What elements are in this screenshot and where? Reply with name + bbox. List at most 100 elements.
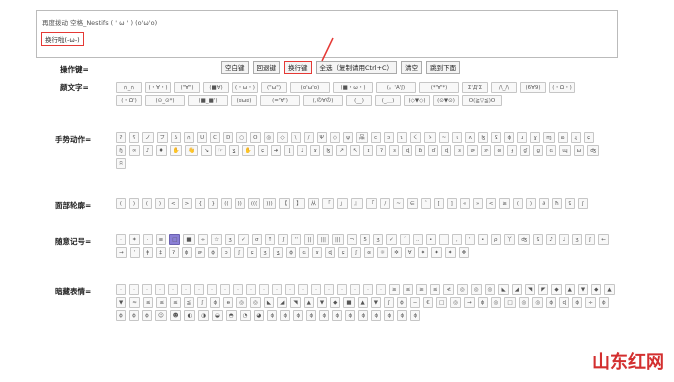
suiyi-key[interactable]: •: [477, 234, 488, 245]
mianbu-key[interactable]: ʢ: [564, 198, 575, 209]
shoushi-key[interactable]: 品: [356, 132, 368, 143]
shoushi-key[interactable]: ɧ: [116, 145, 126, 156]
shoushi-key[interactable]: ɕ: [583, 132, 594, 143]
jianyi-key[interactable]: ◥: [524, 284, 536, 295]
jianyi-key[interactable]: ▼: [316, 297, 328, 308]
jianyi-key[interactable]: ≥: [389, 284, 400, 295]
mianbu-key[interactable]: 』: [351, 198, 363, 209]
suiyi-key[interactable]: ·: [142, 234, 153, 245]
shoushi-key[interactable]: ~: [438, 132, 450, 143]
jianyi-key[interactable]: ɸ: [371, 310, 382, 321]
jianyi-key[interactable]: ·: [207, 284, 217, 295]
mianbu-key[interactable]: }: [208, 198, 219, 209]
jianyi-key[interactable]: ≦: [183, 297, 195, 308]
shoushi-key[interactable]: ◇: [277, 132, 288, 143]
jianyi-key[interactable]: ■: [343, 297, 355, 308]
yanwenzi-key[interactable]: ("ω"): [261, 82, 287, 93]
jianyi-key[interactable]: ·: [337, 284, 347, 295]
yanwenzi-key[interactable]: ("∀"): [174, 82, 200, 93]
yanwenzi-key[interactable]: (_＿): [375, 95, 401, 106]
shoushi-key[interactable]: ɗ: [428, 145, 439, 156]
suiyi-key[interactable]: ɔ: [221, 247, 232, 258]
shoushi-key[interactable]: ʖ: [171, 132, 182, 143]
jianyi-key[interactable]: ≤: [429, 284, 441, 295]
yanwenzi-key[interactable]: (='∀'): [260, 95, 300, 106]
shoushi-key[interactable]: ↗: [336, 145, 347, 156]
mianbu-key[interactable]: 】: [293, 198, 305, 209]
jianyi-key[interactable]: ·: [155, 284, 165, 295]
suiyi-key[interactable]: ∀: [404, 247, 415, 258]
suiyi-key[interactable]: ❖: [458, 247, 470, 258]
mianbu-key[interactable]: ∈: [406, 198, 418, 209]
shoushi-key[interactable]: ɮ: [323, 145, 334, 156]
shoushi-key[interactable]: ◇: [329, 132, 341, 143]
shoushi-key[interactable]: ɪ: [363, 145, 374, 156]
jianyi-key[interactable]: ɸ: [332, 310, 343, 321]
shoushi-key[interactable]: ○: [236, 132, 248, 143]
mianbu-key[interactable]: «: [459, 198, 470, 209]
jianyi-key[interactable]: ◕: [253, 310, 265, 321]
jianyi-key[interactable]: ·: [181, 284, 191, 295]
shoushi-key[interactable]: ω: [573, 145, 585, 156]
mianbu-key[interactable]: 从: [307, 198, 320, 209]
jianyi-key[interactable]: ▼: [370, 297, 381, 308]
shoushi-key[interactable]: ɢ: [546, 145, 557, 156]
yanwenzi-key[interactable]: (◇▼◇): [404, 95, 430, 106]
shoushi-key[interactable]: /: [303, 132, 314, 143]
shoushi-key[interactable]: ɻ: [570, 132, 581, 143]
mianbu-key[interactable]: {: [195, 198, 206, 209]
jianyi-key[interactable]: ʃ: [197, 297, 208, 308]
suiyi-key[interactable]: ʃ: [351, 247, 362, 258]
jianyi-key[interactable]: ɸ: [116, 310, 126, 321]
jianyi-key[interactable]: ☺: [155, 310, 167, 321]
shoushi-key[interactable]: ʕ: [129, 132, 139, 143]
suiyi-key[interactable]: ɕ: [247, 247, 258, 258]
shoushi-key[interactable]: ɣ: [530, 132, 541, 143]
shoushi-key[interactable]: ɖ: [441, 145, 452, 156]
suiyi-key[interactable]: □: [169, 234, 181, 245]
shoushi-key[interactable]: ɕ: [257, 145, 268, 156]
yanwenzi-key[interactable]: ∩_∩: [116, 82, 142, 93]
shoushi-key[interactable]: ɔ: [383, 132, 394, 143]
shoushi-key[interactable]: ɷ: [557, 132, 568, 143]
suiyi-key[interactable]: ■: [183, 234, 195, 245]
suiyi-key[interactable]: ɢ: [299, 247, 310, 258]
suiyi-key[interactable]: ɞ: [364, 247, 375, 258]
suiyi-key[interactable]: ʔ: [168, 247, 179, 258]
jianyi-key[interactable]: ɸ: [267, 310, 278, 321]
jianyi-key[interactable]: ɸ: [477, 297, 488, 308]
suiyi-key[interactable]: ✦: [431, 247, 442, 258]
jianyi-key[interactable]: ɸ: [598, 297, 609, 308]
jianyi-key[interactable]: ◎: [532, 297, 544, 308]
mianbu-key[interactable]: ˆ: [420, 198, 431, 209]
mianbu-key[interactable]: ~: [393, 198, 404, 209]
mianbu-key[interactable]: <: [485, 198, 497, 209]
suiyi-key[interactable]: ≡: [155, 234, 167, 245]
shoushi-key[interactable]: ☞: [214, 145, 226, 156]
yanwenzi-key[interactable]: (6∀9): [520, 82, 546, 93]
suiyi-key[interactable]: ♪: [546, 234, 557, 245]
suiyi-key[interactable]: ɸ: [181, 247, 192, 258]
suiyi-key[interactable]: 丫: [503, 234, 516, 245]
suiyi-key[interactable]: ʃ: [585, 234, 596, 245]
mianbu-key[interactable]: ): [155, 198, 165, 209]
shoushi-key[interactable]: ∞: [129, 145, 140, 156]
suiyi-key[interactable]: ɕ: [338, 247, 349, 258]
jianyi-key[interactable]: ◣: [498, 284, 509, 295]
mianbu-key[interactable]: ((: [221, 198, 232, 209]
jianyi-key[interactable]: ◆: [591, 284, 602, 295]
mianbu-key[interactable]: ħ: [551, 198, 562, 209]
suiyi-key[interactable]: ɸ: [286, 247, 297, 258]
op-button-0[interactable]: 空白键: [221, 61, 249, 74]
jianyi-key[interactable]: ◆: [551, 284, 562, 295]
jianyi-key[interactable]: ·: [311, 284, 321, 295]
yanwenzi-key[interactable]: (■_■'): [188, 95, 228, 106]
shoushi-key[interactable]: ➜: [270, 145, 282, 156]
jianyi-key[interactable]: ◎: [470, 284, 482, 295]
suiyi-key[interactable]: ✲: [391, 247, 402, 258]
jianyi-key[interactable]: ◒: [212, 310, 223, 321]
jianyi-key[interactable]: ◢: [277, 297, 288, 308]
mianbu-key[interactable]: ≥: [499, 198, 510, 209]
op-button-4[interactable]: 清空: [401, 61, 423, 74]
jianyi-key[interactable]: ɸ: [572, 297, 583, 308]
